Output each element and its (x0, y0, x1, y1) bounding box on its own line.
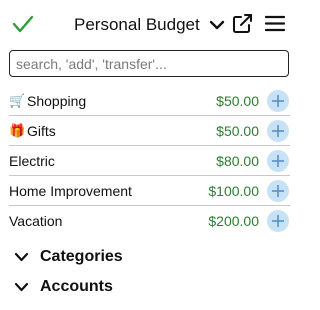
plus-icon (272, 214, 284, 227)
accounts-heading: Accounts (40, 278, 113, 295)
hamburger-menu-icon[interactable] (265, 15, 285, 32)
budget-list: 🛒 Shopping $50.00 🎁 Gifts $50.00 Electri… (9, 86, 290, 235)
plus-icon (272, 154, 284, 167)
check-icon[interactable] (12, 14, 34, 34)
list-item[interactable]: 🎁 Gifts $50.00 (9, 116, 290, 146)
item-name: Home Improvement (9, 182, 132, 199)
add-button[interactable] (267, 89, 289, 112)
accounts-section-toggle[interactable]: Accounts (14, 275, 113, 299)
chevron-down-icon (14, 252, 29, 262)
item-name: Shopping (27, 92, 87, 109)
item-amount: $50.00 (216, 92, 259, 109)
categories-heading: Categories (40, 248, 123, 265)
item-amount: $80.00 (216, 152, 259, 169)
add-button[interactable] (267, 209, 289, 232)
item-name: Electric (9, 152, 55, 169)
plus-icon (272, 184, 284, 197)
item-amount: $50.00 (216, 122, 259, 139)
search-input[interactable] (9, 50, 289, 77)
plus-icon (272, 124, 284, 137)
chevron-down-icon (209, 20, 224, 30)
list-item[interactable]: Home Improvement $100.00 (9, 176, 290, 206)
add-button[interactable] (267, 119, 289, 142)
list-item[interactable]: 🛒 Shopping $50.00 (9, 86, 290, 116)
budget-title-dropdown[interactable]: Personal Budget (74, 12, 225, 38)
item-amount: $100.00 (208, 182, 259, 199)
add-button[interactable] (267, 179, 289, 202)
chevron-down-icon (14, 282, 29, 292)
list-item[interactable]: Electric $80.00 (9, 146, 290, 176)
gift-icon: 🎁 (9, 123, 26, 138)
list-item[interactable]: Vacation $200.00 (9, 206, 290, 235)
item-name: Vacation (9, 212, 63, 229)
header-bar: Personal Budget (0, 0, 300, 48)
add-button[interactable] (267, 149, 289, 172)
shopping-cart-icon: 🛒 (9, 93, 26, 108)
item-amount: $200.00 (208, 212, 259, 229)
item-name: Gifts (27, 122, 56, 139)
external-link-icon[interactable] (232, 13, 253, 34)
categories-section-toggle[interactable]: Categories (14, 245, 123, 269)
page-title: Personal Budget (74, 15, 200, 34)
plus-icon (272, 94, 284, 107)
